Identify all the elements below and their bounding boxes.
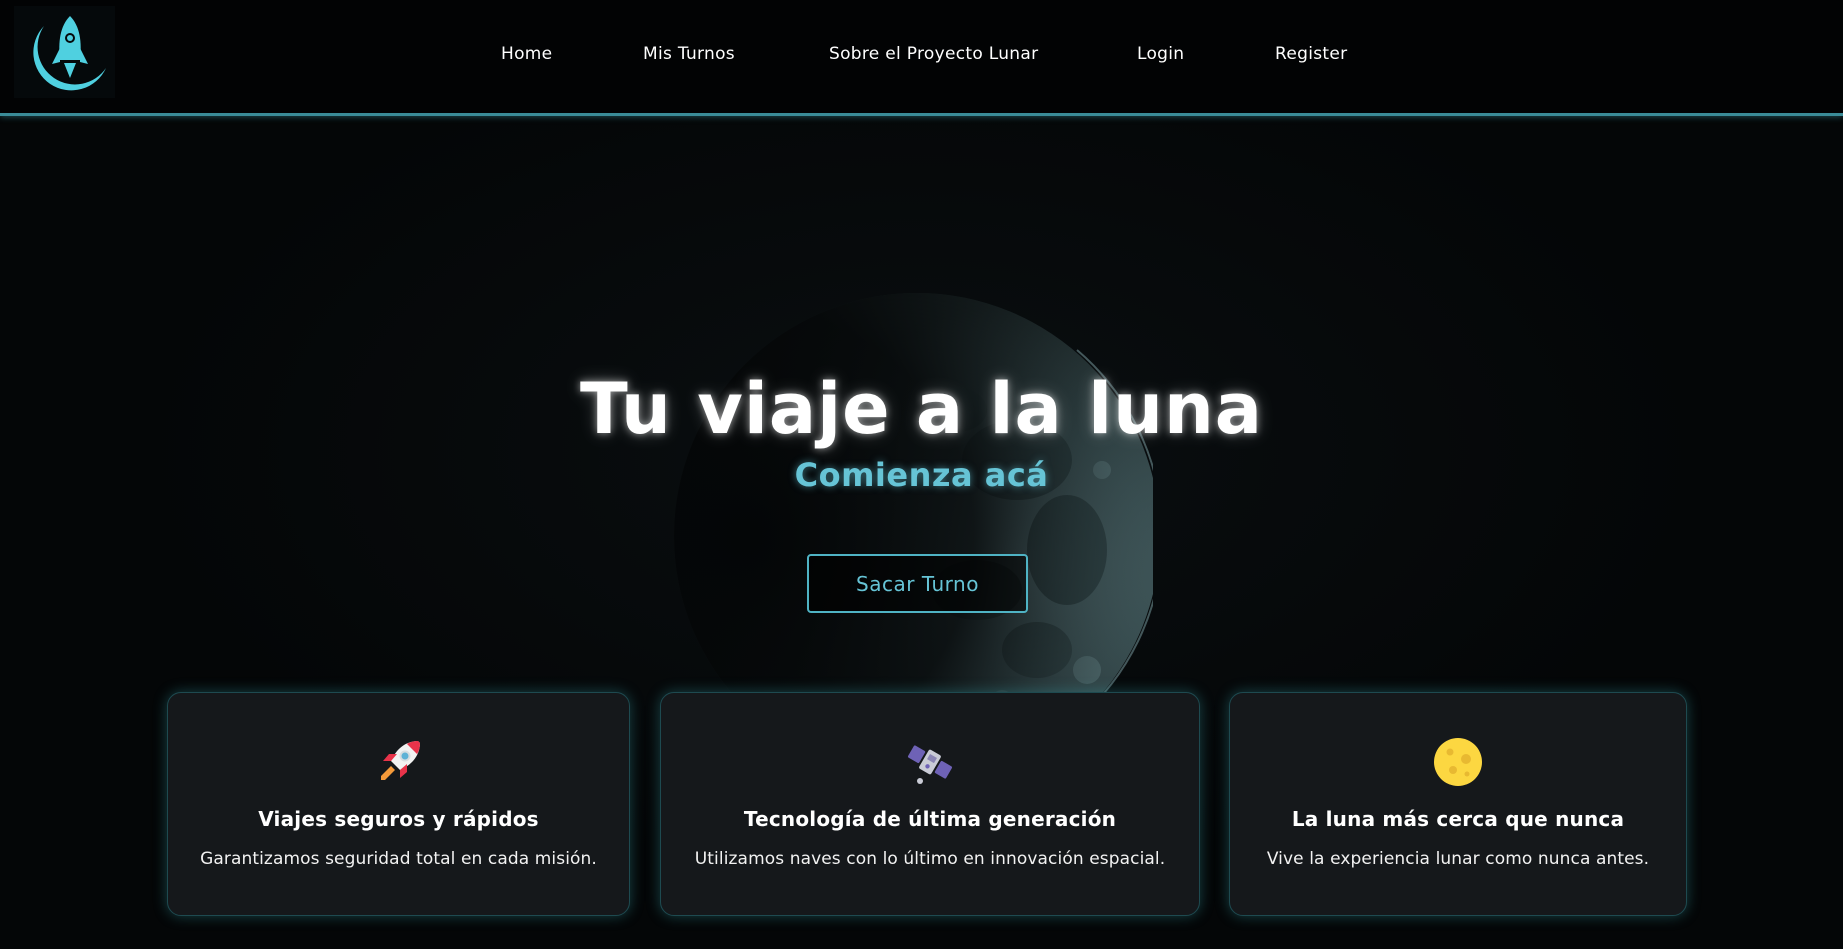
sacar-turno-button[interactable]: Sacar Turno — [807, 554, 1028, 613]
feature-title: Tecnología de última generación — [743, 807, 1117, 831]
feature-text: Garantizamos seguridad total en cada mis… — [200, 849, 597, 869]
feature-card: La luna más cerca que nunca Vive la expe… — [1229, 692, 1687, 916]
feature-card: Viajes seguros y rápidos Garantizamos se… — [167, 692, 630, 916]
nav-register[interactable]: Register — [1275, 44, 1347, 64]
full-moon-icon — [1434, 738, 1482, 786]
nav-login[interactable]: Login — [1137, 44, 1184, 64]
site-header: Home Mis Turnos Sobre el Proyecto Lunar … — [0, 0, 1843, 116]
main-nav: Home Mis Turnos Sobre el Proyecto Lunar … — [0, 0, 1843, 112]
hero-title: Tu viaje a la luna — [579, 368, 1264, 450]
satellite-icon — [907, 745, 953, 784]
nav-sobre-el-proyecto[interactable]: Sobre el Proyecto Lunar — [829, 44, 1038, 64]
feature-card: Tecnología de última generación Utilizam… — [660, 692, 1200, 916]
hero-subtitle: Comienza acá — [794, 456, 1049, 494]
feature-title: Viajes seguros y rápidos — [258, 807, 539, 831]
feature-text: Utilizamos naves con lo último en innova… — [694, 849, 1166, 869]
landing-page: Home Mis Turnos Sobre el Proyecto Lunar … — [0, 0, 1843, 949]
rocket-icon — [380, 741, 420, 780]
feature-title: La luna más cerca que nunca — [1291, 807, 1625, 831]
feature-text: Vive la experiencia lunar como nunca ant… — [1266, 849, 1650, 869]
moon-image — [674, 293, 1153, 760]
nav-home[interactable]: Home — [501, 44, 552, 64]
nav-mis-turnos[interactable]: Mis Turnos — [643, 44, 735, 64]
